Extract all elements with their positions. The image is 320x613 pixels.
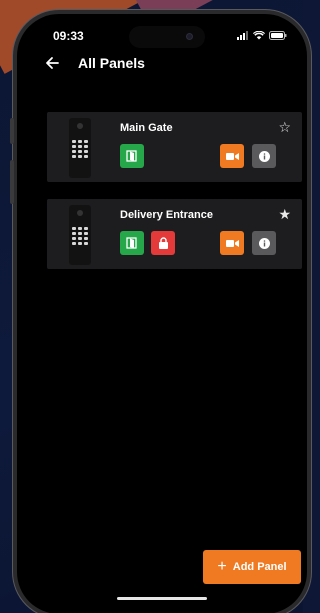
intercom-panel-image [69,118,91,178]
video-camera-icon [225,239,239,247]
keypad [72,140,88,158]
add-panel-label: Add Panel [232,561,287,573]
side-button [10,160,14,204]
dynamic-island [129,26,205,48]
phone-frame: 09:33 All Panels Main Gate ☆ Delivery En… [13,10,311,613]
intercom-panel-image [69,205,91,265]
video-camera-icon [225,152,239,160]
app-screen: 09:33 All Panels Main Gate ☆ Delivery En… [17,14,307,613]
camera-dot [186,33,193,40]
open-door-button[interactable] [120,231,144,255]
arrow-left-icon[interactable] [45,54,59,75]
camera-lens [77,210,83,216]
video-button[interactable] [220,231,244,255]
lock-button[interactable] [151,231,175,255]
panel-name: Delivery Entrance [120,209,213,221]
panel-card-main-gate[interactable]: Main Gate ☆ [47,112,302,182]
panel-name: Main Gate [120,122,173,134]
app-header: All Panels [17,54,307,78]
video-button[interactable] [220,144,244,168]
status-time: 09:33 [53,29,84,43]
panel-card-delivery-entrance[interactable]: Delivery Entrance ★ [47,199,302,269]
home-indicator[interactable] [117,597,207,600]
door-open-icon [126,237,137,249]
lock-icon [158,237,168,249]
plus-icon: + [217,558,227,575]
door-open-icon [126,150,137,162]
star-filled-icon[interactable]: ★ [278,206,291,223]
side-button [10,118,14,144]
status-bar: 09:33 [17,26,307,48]
info-button[interactable] [252,231,276,255]
battery-icon [269,31,287,40]
wifi-icon [253,31,265,40]
info-icon [258,237,270,249]
keypad [72,227,88,245]
add-panel-button[interactable]: + Add Panel [203,550,301,584]
star-outline-icon[interactable]: ☆ [278,119,291,136]
info-button[interactable] [252,144,276,168]
status-icons [237,31,287,40]
info-icon [258,150,270,162]
open-door-button[interactable] [120,144,144,168]
signal-icon [237,31,248,40]
page-title: All Panels [78,55,145,71]
camera-lens [77,123,83,129]
